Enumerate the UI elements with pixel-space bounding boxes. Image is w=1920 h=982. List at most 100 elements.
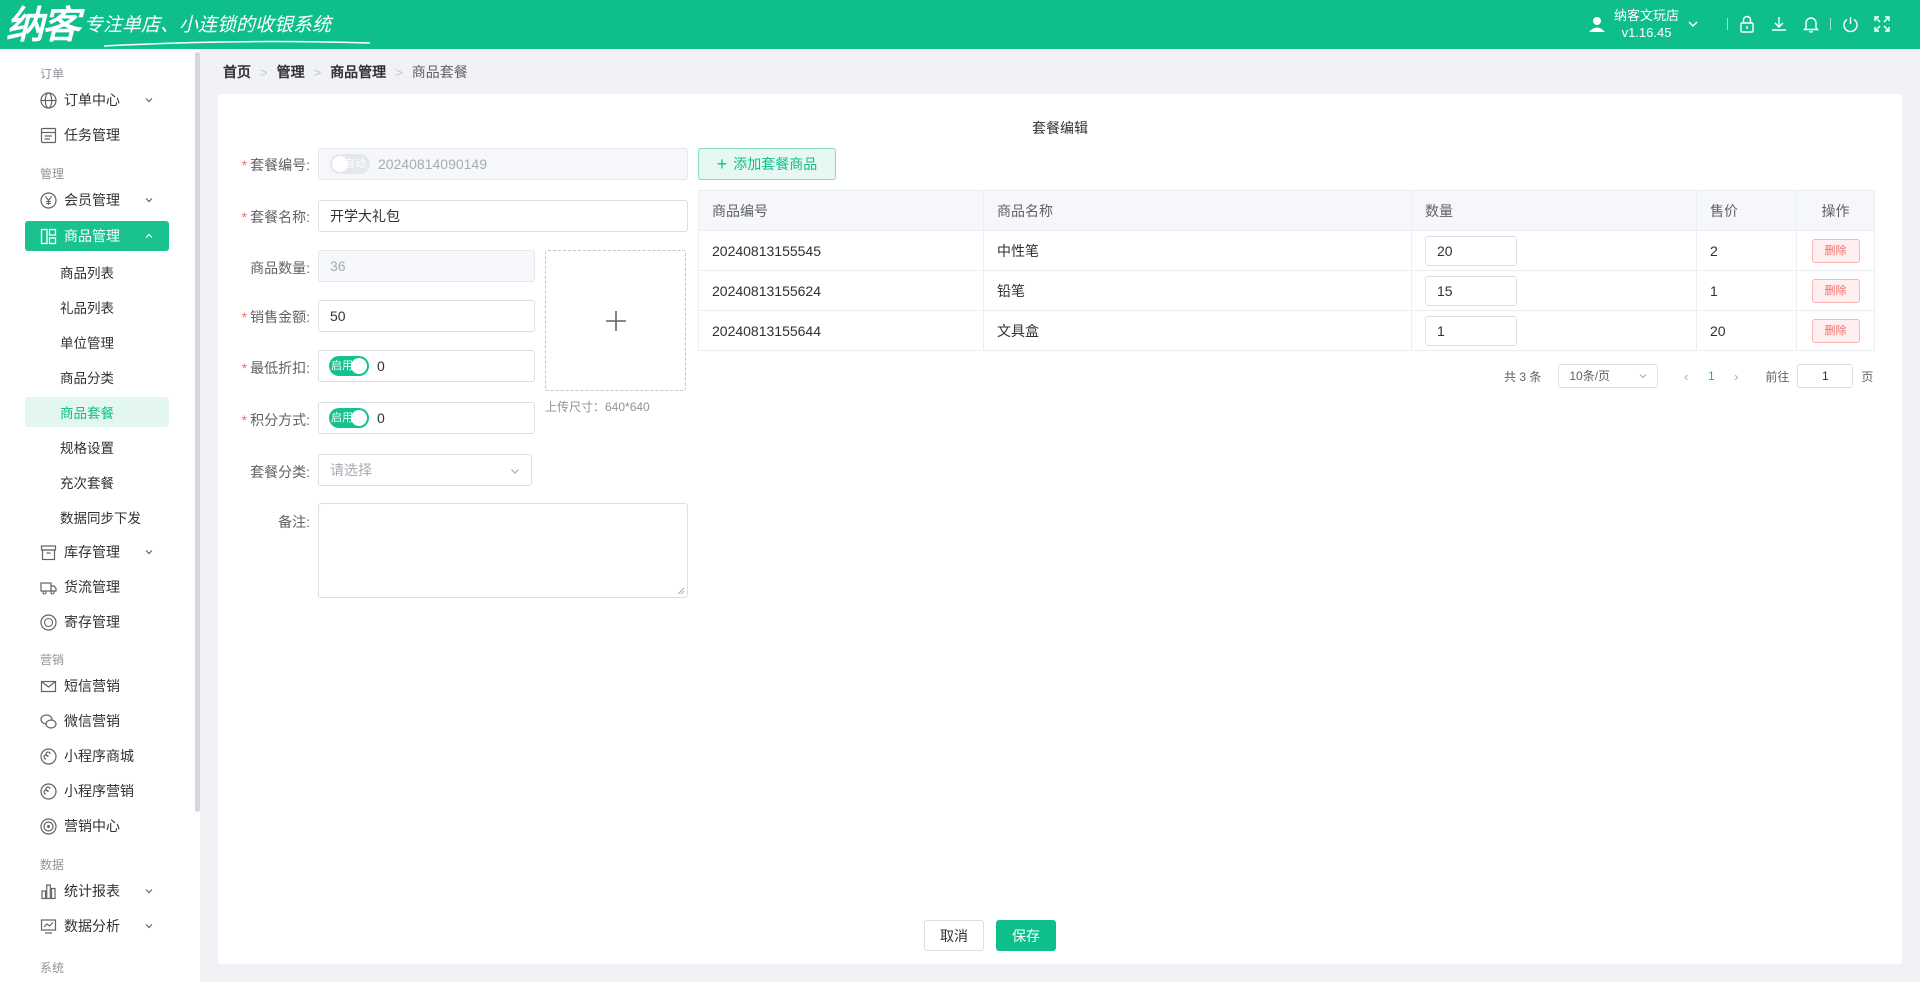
breadcrumb-separator-icon: > (313, 64, 322, 80)
sidebar: 订单 订单中心 任务管理 管理 会员管理 商品管理 商品列表 礼品列表 单位管理… (0, 49, 200, 982)
brand-logo[interactable]: 纳客 专注单店、小连锁的收银系统 (6, 4, 371, 47)
pagination-total: 共 3 条 (1504, 369, 1542, 384)
sidebar-item-logistics-manage[interactable]: 货流管理 (25, 572, 169, 602)
sidebar-item-label: 库存管理 (64, 544, 120, 560)
save-button[interactable]: 保存 (996, 920, 1056, 951)
qty-input[interactable]: 20 (1425, 235, 1517, 266)
download-icon[interactable] (1769, 14, 1789, 34)
sidebar-item-label: 小程序商城 (64, 748, 134, 764)
resize-handle-icon[interactable] (677, 587, 685, 595)
discount-label: * 最低折扣: (241, 360, 310, 376)
box-icon (40, 544, 57, 561)
chevron-down-icon (1688, 21, 1698, 27)
sidebar-item-sms-marketing[interactable]: 短信营销 (25, 671, 169, 701)
goods-name-cell: 中性笔 (983, 230, 1412, 271)
sidebar-subitem-goods-category[interactable]: 商品分类 (25, 362, 169, 392)
sidebar-item-data-analysis[interactable]: 数据分析 (25, 911, 169, 941)
user-menu[interactable]: 纳客文玩店 v1.16.45 (1588, 7, 1699, 41)
breadcrumb-manage[interactable]: 管理 (277, 62, 305, 82)
fullscreen-icon[interactable] (1872, 14, 1892, 34)
sidebar-subitem-goods-list[interactable]: 商品列表 (25, 257, 169, 287)
package-name-input[interactable]: 开学大礼包 (318, 200, 688, 232)
breadcrumb-home[interactable]: 首页 (223, 62, 251, 82)
sidebar-item-stats-report[interactable]: 统计报表 (25, 876, 169, 906)
plus-icon (605, 310, 626, 331)
package-code-field: 自动 20240814090149 (318, 148, 688, 180)
next-page-icon[interactable]: › (1724, 364, 1748, 388)
delete-button[interactable]: 删除 (1811, 318, 1860, 343)
col-header-name: 商品名称 (983, 190, 1412, 231)
table-row: 20240813155644 文具盒 1 20 删除 (698, 310, 1875, 351)
lock-icon[interactable] (1737, 14, 1757, 34)
logo-slogan: 专注单店、小连锁的收银系统 (84, 14, 332, 36)
col-header-action: 操作 (1796, 190, 1875, 231)
image-upload[interactable] (545, 250, 686, 391)
sidebar-item-wechat-marketing[interactable]: 微信营销 (25, 706, 169, 736)
sidebar-item-task-manage[interactable]: 任务管理 (25, 120, 169, 150)
points-label: * 积分方式: (241, 412, 310, 428)
goto-page-input[interactable]: 1 (1797, 364, 1854, 388)
sidebar-item-label: 寄存管理 (64, 614, 120, 630)
sidebar-subitem-data-sync[interactable]: 数据同步下发 (25, 502, 169, 532)
discount-enable-toggle[interactable]: 启用 (329, 356, 369, 377)
remark-label: 备注: (278, 514, 310, 530)
plus-icon: + (716, 154, 728, 174)
package-category-select[interactable]: 请选择 (318, 454, 532, 486)
sidebar-item-mini-mall[interactable]: 小程序商城 (25, 741, 169, 771)
count-label: 商品数量: (250, 260, 310, 276)
sidebar-item-order-center[interactable]: 订单中心 (25, 85, 169, 115)
add-package-goods-button[interactable]: + 添加套餐商品 (698, 148, 836, 180)
sidebar-item-mini-marketing[interactable]: 小程序营销 (25, 776, 169, 806)
task-icon (40, 127, 57, 144)
delete-button[interactable]: 删除 (1811, 238, 1860, 263)
sidebar-item-member-manage[interactable]: 会员管理 (25, 185, 169, 215)
sidebar-scrollbar[interactable] (195, 52, 200, 812)
bell-icon[interactable] (1801, 14, 1821, 34)
sidebar-subitem-recharge-package[interactable]: 充次套餐 (25, 467, 169, 497)
sidebar-item-stock-manage[interactable]: 库存管理 (25, 537, 169, 567)
mail-icon (40, 678, 57, 695)
breadcrumb-goods-manage[interactable]: 商品管理 (330, 62, 386, 82)
goods-name-cell: 文具盒 (983, 310, 1412, 351)
power-icon[interactable] (1840, 14, 1860, 34)
qty-cell: 20 (1411, 230, 1697, 271)
sidebar-subitem-unit-manage[interactable]: 单位管理 (25, 327, 169, 357)
action-cell: 删除 (1796, 270, 1875, 311)
min-discount-field[interactable]: 启用 0 (318, 350, 535, 382)
cancel-button[interactable]: 取消 (924, 920, 984, 951)
price-cell: 20 (1696, 310, 1797, 351)
sidebar-subitem-goods-package[interactable]: 商品套餐 (25, 397, 169, 427)
pagination: 共 3 条 10条/页 ‹ 1 › 前往 1 页 (1504, 364, 1873, 388)
header-divider (1727, 18, 1728, 30)
upload-size-hint: 上传尺寸：640*640 (545, 400, 650, 414)
qty-input[interactable]: 15 (1425, 275, 1517, 306)
chevron-down-icon (145, 198, 153, 203)
qty-input[interactable]: 1 (1425, 315, 1517, 346)
sidebar-subitem-gift-list[interactable]: 礼品列表 (25, 292, 169, 322)
chevron-up-icon (145, 233, 153, 238)
sidebar-subitem-spec-setting[interactable]: 规格设置 (25, 432, 169, 462)
remark-textarea[interactable] (318, 503, 688, 598)
points-enable-toggle[interactable]: 启用 (329, 408, 369, 429)
sale-price-input[interactable]: 50 (318, 300, 535, 332)
col-header-price: 售价 (1696, 190, 1797, 231)
page-size-select[interactable]: 10条/页 (1558, 364, 1659, 388)
chevron-down-icon (511, 469, 519, 474)
sidebar-item-goods-manage[interactable]: 商品管理 (25, 221, 169, 251)
wechat-icon (40, 713, 57, 730)
category-placeholder: 请选择 (330, 462, 372, 478)
top-header: 纳客 专注单店、小连锁的收银系统 纳客文玩店 v1.16.45 (0, 0, 1920, 49)
sidebar-item-label: 统计报表 (64, 883, 120, 899)
prev-page-icon[interactable]: ‹ (1674, 364, 1698, 388)
page-number-current[interactable]: 1 (1698, 369, 1724, 383)
sidebar-item-deposit-manage[interactable]: 寄存管理 (25, 607, 169, 637)
deposit-icon (40, 613, 57, 631)
delete-button[interactable]: 删除 (1811, 278, 1860, 303)
col-header-qty: 数量 (1411, 190, 1697, 231)
points-mode-field[interactable]: 启用 0 (318, 402, 535, 434)
sidebar-item-label: 小程序营销 (64, 783, 134, 799)
goods-code-cell: 20240813155624 (698, 270, 984, 311)
sidebar-item-label: 营销中心 (64, 818, 120, 834)
sidebar-group-manage: 管理 (40, 167, 65, 181)
sidebar-item-marketing-center[interactable]: 营销中心 (25, 811, 169, 841)
